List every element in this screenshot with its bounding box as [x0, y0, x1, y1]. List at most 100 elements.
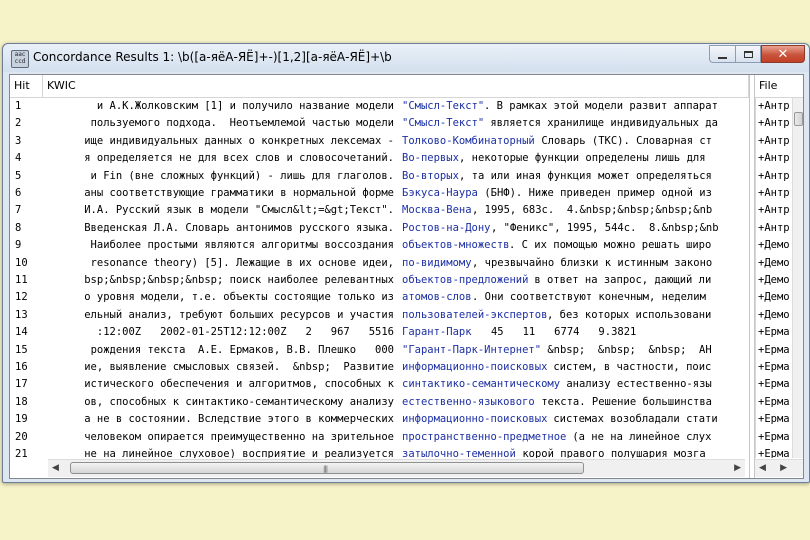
file-scroll-left-icon[interactable]: ◀ [759, 463, 766, 473]
right-context: , та или иная функция может определяться [459, 169, 712, 182]
table-row[interactable]: 18 ов, способных к синтактико-семантическ… [10, 393, 803, 412]
right-context: является хранилище индивидуальных да [484, 117, 718, 130]
match-text: информационно-поисковых [402, 413, 548, 426]
left-context-text: bsp;&nbsp;&nbsp;&nbsp; поиск наиболее ре… [77, 274, 394, 286]
hit-number: 9 [15, 239, 22, 252]
hit-number: 15 [15, 343, 28, 356]
file-name: +Демо [755, 289, 795, 307]
column-header-hit[interactable]: Hit [10, 75, 43, 97]
left-context-text: о уровня модели, т.е. объекты состоящие … [77, 291, 394, 304]
right-context: , 1995, 683с. 4.&nbsp;&nbsp;&nbsp;&nb [472, 204, 713, 217]
match-text: естественно-языкового [402, 395, 535, 408]
table-row[interactable]: 1 и А.К.Жолковским [1] и получило назван… [10, 98, 803, 116]
table-row[interactable]: 19 а не в состоянии. Вследствие этого в к… [10, 411, 803, 429]
column-header-file[interactable]: File [755, 75, 803, 97]
table-row[interactable]: 13 ельный анализ, требуют больших ресурсо… [10, 306, 803, 325]
table-row[interactable]: 4 я определяется не для всех слов и слово… [10, 150, 803, 168]
file-name: +Антр [755, 150, 795, 168]
scroll-left-icon[interactable]: ◀ [52, 463, 59, 473]
hit-number: 12 [15, 291, 28, 304]
left-context: человеком опирается преимущественно на з… [48, 429, 394, 446]
maximize-button[interactable] [735, 45, 761, 63]
left-context-text: И.А. Русский язык в модели "Смысл&lt;=&g… [77, 204, 394, 217]
table-row[interactable]: 12 о уровня модели, т.е. объекты состоящи… [10, 289, 803, 307]
table-row[interactable]: 14:12:00Z 2002-01-25T12:12:00Z 2 967 551… [10, 324, 803, 342]
right-context: анализу естественно-язы [560, 378, 712, 391]
table-row[interactable]: 9 Наиболее простыми являются алгоритмы в… [10, 237, 803, 255]
hit-number: 20 [15, 430, 28, 443]
table-row[interactable]: 3 ище индивидуальных данных о конкретных … [10, 132, 803, 151]
left-context-text: человеком опирается преимущественно на з… [77, 430, 394, 443]
table-row[interactable]: 17 истического обеспечения и алгоритмов, … [10, 376, 803, 394]
left-context: и А.К.Жолковским [1] и получило название… [48, 98, 394, 115]
file-name: +Ерма [755, 428, 795, 446]
right-context: , "Феникс", 1995, 544с. 8.&nbsp;&nb [491, 221, 719, 234]
horizontal-scroll-thumb[interactable]: ||| [70, 462, 584, 474]
left-context: истического обеспечения и алгоритмов, сп… [48, 376, 394, 393]
match-text: Во-первых [402, 152, 459, 165]
match-text: атомов-слов [402, 291, 472, 304]
file-scroll-right-icon[interactable]: ▶ [780, 463, 787, 473]
table-row[interactable]: 15 рождения текста А.Е. Ермаков, В.В. Пле… [10, 341, 803, 359]
table-row[interactable]: 2 пользуемого подхода. Неотъемлемой часть… [10, 115, 803, 133]
left-context: и Fin (вне сложных функций) - лишь для г… [48, 168, 394, 185]
left-context: ие, выявление смысловых связей. &nbsp; Р… [48, 359, 394, 376]
table-row[interactable]: 6 аны соответствующие грамматики в нормал… [10, 185, 803, 203]
minimize-button[interactable] [709, 45, 735, 63]
window-title: Concordance Results 1: \b([а-яёА-ЯЁ]+-)[… [33, 50, 392, 64]
file-name: +Демо [755, 306, 795, 325]
left-context: ище индивидуальных данных о конкретных л… [48, 133, 394, 150]
hit-number: 6 [15, 187, 22, 199]
left-context-text: resonance theory) [5]. Лежащие в их осно… [77, 256, 394, 269]
hit-number: 8 [15, 221, 22, 234]
left-context-text: аны соответствующие грамматики в нормаль… [77, 187, 394, 199]
hit-number: 17 [15, 378, 28, 391]
match-text: Москва-Вена [402, 204, 472, 217]
title-bar[interactable]: aac ccd Concordance Results 1: \b([а-яёА… [3, 44, 809, 72]
file-name: +Антр [755, 115, 795, 133]
caption-buttons: ✕ [709, 45, 805, 64]
vertical-scrollbar[interactable] [792, 98, 803, 458]
match-text: Во-вторых [402, 169, 459, 182]
file-horizontal-scrollbar[interactable]: ◀ ▶ [755, 459, 803, 477]
table-row[interactable]: 10 resonance theory) [5]. Лежащие в их о… [10, 254, 803, 272]
results-list: Hit KWIC File 1 и А.К.Жолковским [1] и п… [9, 74, 804, 479]
left-context: пользуемого подхода. Неотъемлемой частью… [48, 115, 394, 132]
hit-number: 5 [15, 169, 22, 182]
hit-number: 18 [15, 395, 28, 408]
column-header-kwic[interactable]: KWIC [43, 75, 749, 97]
column-header: Hit KWIC File [10, 75, 803, 98]
file-name: +Ерма [755, 376, 795, 394]
table-row[interactable]: 5 и Fin (вне сложных функций) - лишь для… [10, 167, 803, 185]
left-context: не на линейное слуховое) восприятие и ре… [48, 446, 394, 458]
left-context-text: и Fin (вне сложных функций) - лишь для г… [77, 169, 394, 182]
hit-number: 13 [15, 308, 28, 321]
concordance-window: aac ccd Concordance Results 1: \b([а-яёА… [2, 43, 810, 483]
file-name: +Демо [755, 254, 795, 272]
table-row[interactable]: 8 Введенская Л.А. Словарь антонимов русск… [10, 219, 803, 238]
scroll-right-icon[interactable]: ▶ [734, 463, 741, 473]
left-context: ов, способных к синтактико-семантическом… [48, 394, 394, 411]
vertical-scroll-thumb[interactable] [794, 112, 803, 126]
match-text: Гарант-Парк [402, 326, 472, 339]
table-row[interactable]: 7 И.А. Русский язык в модели "Смысл&lt;=&… [10, 202, 803, 220]
left-context: ельный анализ, требуют больших ресурсов … [48, 307, 394, 324]
match-text: Ростов-на-Дону [402, 221, 491, 234]
table-row[interactable]: 11 bsp;&nbsp;&nbsp;&nbsp; поиск наиболее … [10, 272, 803, 290]
left-context: я определяется не для всех слов и словос… [48, 150, 394, 167]
left-context: Введенская Л.А. Словарь антонимов русско… [48, 220, 394, 237]
right-context: , чрезвычайно близки к истинным законо [472, 256, 713, 269]
close-button[interactable]: ✕ [761, 45, 805, 63]
left-context: :12:00Z 2002-01-25T12:12:00Z 2 967 5516 [48, 324, 394, 341]
table-row[interactable]: 21 не на линейное слуховое) восприятие и … [10, 446, 803, 458]
right-context: Словарь (ТКС). Словарная ст [535, 134, 713, 147]
horizontal-scrollbar[interactable]: ◀ ||| ▶ [48, 459, 745, 477]
pane-splitter[interactable] [749, 75, 755, 478]
left-context-text: я определяется не для всех слов и словос… [77, 152, 394, 165]
table-row[interactable]: 16 ие, выявление смысловых связей. &nbsp;… [10, 359, 803, 377]
file-name: +Антр [755, 202, 795, 220]
table-row[interactable]: 20 человеком опирается преимущественно на… [10, 428, 803, 446]
left-context: рождения текста А.Е. Ермаков, В.В. Плешк… [48, 342, 394, 359]
match-text: затылочно-теменной [402, 448, 516, 458]
right-context: &nbsp; &nbsp; &nbsp; АН [541, 343, 712, 356]
